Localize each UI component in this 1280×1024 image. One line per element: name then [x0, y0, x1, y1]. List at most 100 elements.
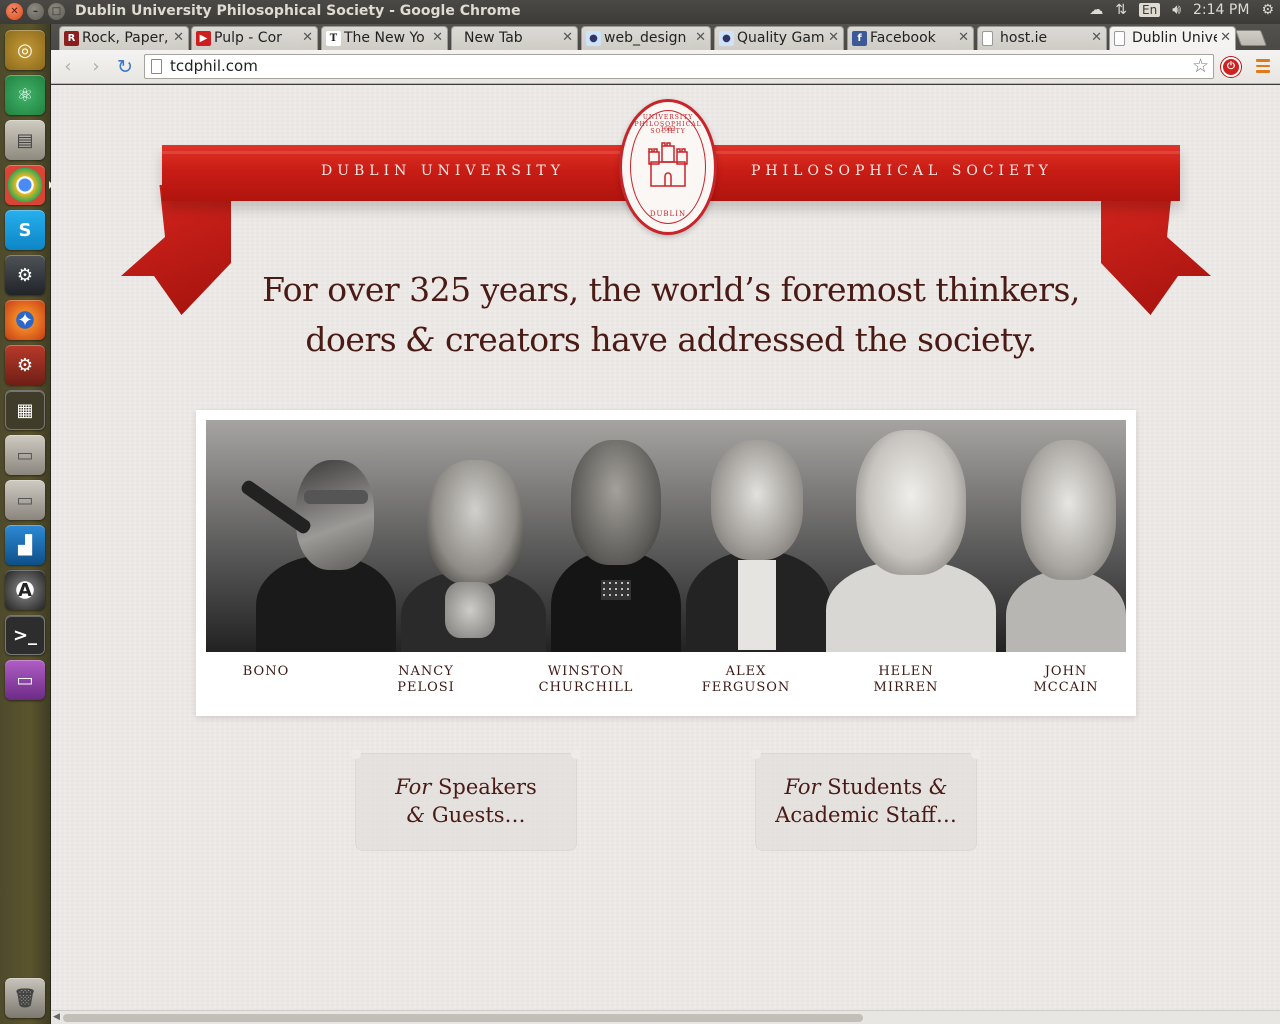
window-title: Dublin University Philosophical Society … — [75, 3, 521, 19]
speaker-name-churchill[interactable]: WINSTON CHURCHILL — [521, 664, 651, 696]
headline-line-1: For over 325 years, the world’s foremost… — [262, 270, 1080, 309]
close-tab-icon[interactable]: ✕ — [429, 27, 443, 49]
system-indicators: ☁ ⇅ En 🔊︎ 2:14 PM ⚙ — [1089, 2, 1274, 18]
ticket-italic: For — [784, 775, 821, 799]
portrait-churchill — [551, 420, 681, 652]
speaker-name-line: MIRREN — [873, 680, 939, 695]
tab[interactable]: New Tab ✕ — [451, 26, 578, 50]
headline-rest: creators have addressed the society. — [445, 320, 1037, 359]
settings-gear-icon[interactable]: ⚙ — [1261, 2, 1274, 18]
tab[interactable]: ▶ Pulp - Cor ✕ — [191, 26, 318, 50]
system-settings-icon[interactable]: ⚙ — [5, 345, 45, 385]
url-text[interactable]: tcdphil.com — [170, 57, 258, 75]
speaker-name-mirren[interactable]: HELEN MIRREN — [841, 664, 971, 696]
speaker-name-pelosi[interactable]: NANCY PELOSI — [361, 664, 491, 696]
tab-active[interactable]: Dublin Unive ✕ — [1109, 26, 1236, 50]
workspaces-icon[interactable]: ▭ — [5, 660, 45, 700]
scroll-left-icon[interactable]: ◀ — [53, 1012, 60, 1022]
speaker-name-line: MCCAIN — [1033, 680, 1099, 695]
firefox-icon[interactable]: ✦ — [5, 300, 45, 340]
page-icon — [151, 59, 162, 74]
students-staff-link[interactable]: For Students & Academic Staff… — [751, 749, 981, 851]
ribbon-left-text: DUBLIN UNIVERSITY — [321, 163, 565, 179]
libreoffice-impress-icon[interactable]: ▟ — [5, 525, 45, 565]
close-tab-icon[interactable]: ✕ — [692, 27, 706, 49]
nyt-icon: T — [326, 31, 341, 46]
trash-icon[interactable]: 🗑︎ — [5, 978, 45, 1018]
tab-label: Facebook — [870, 30, 936, 46]
address-bar[interactable]: tcdphil.com ☆ — [144, 54, 1214, 79]
castle-icon — [648, 142, 688, 187]
minimize-window-button[interactable]: – — [27, 3, 44, 20]
ticket-ampersand: & — [928, 775, 948, 799]
maximize-window-button[interactable]: □ — [48, 3, 65, 20]
close-tab-icon[interactable]: ✕ — [559, 27, 573, 49]
horizontal-scrollbar[interactable]: ◀ — [51, 1010, 1280, 1024]
speaker-names: BONO NANCY PELOSI WINSTON CHURCHILL ALEX… — [206, 664, 1126, 704]
close-tab-icon[interactable]: ✕ — [825, 27, 839, 49]
ribbon-right-text: PHILOSOPHICAL SOCIETY — [751, 163, 1053, 179]
reload-icon[interactable]: ↻ — [114, 56, 136, 78]
web-page: DUBLIN UNIVERSITY PHILOSOPHICAL SOCIETY … — [51, 85, 1280, 1010]
headline-doers: doers — [305, 320, 397, 359]
speaker-name-mccain[interactable]: JOHN MCCAIN — [1001, 664, 1131, 696]
speaker-name-line: BONO — [242, 664, 290, 679]
close-tab-icon[interactable]: ✕ — [170, 27, 184, 49]
software-updater-icon[interactable]: A — [5, 570, 45, 610]
speakers-photo-strip[interactable] — [206, 420, 1126, 652]
rps-icon: R — [64, 31, 79, 46]
speaker-name-ferguson[interactable]: ALEX FERGUSON — [681, 664, 811, 696]
volume-icon[interactable]: 🔊︎ — [1172, 2, 1181, 18]
ticket-text: For Students & Academic Staff… — [755, 773, 977, 829]
tab[interactable]: f Facebook ✕ — [847, 26, 974, 50]
workspace-switcher-icon[interactable]: ▦ — [5, 390, 45, 430]
drive-icon[interactable]: ▭ — [5, 435, 45, 475]
back-icon[interactable]: ‹ — [57, 56, 79, 78]
tab[interactable]: T The New Yo ✕ — [321, 26, 448, 50]
tab[interactable]: host.ie ✕ — [977, 26, 1107, 50]
launcher: ◎ ⚛ ▤ S ⚙ ✦ ⚙ ▦ ▭ ▭ ▟ A >_ ▭ 🗑︎ — [0, 24, 53, 1024]
browser-toolbar: ‹ › ↻ tcdphil.com ☆ ⏻ — [51, 50, 1280, 84]
seal-bottom-text: DUBLIN — [649, 210, 687, 218]
keyboard-language-indicator[interactable]: En — [1139, 3, 1161, 17]
tab-label: The New Yo — [344, 30, 425, 46]
terminal-icon[interactable]: >_ — [5, 615, 45, 655]
youtube-icon: ▶ — [196, 31, 211, 46]
skype-icon[interactable]: S — [5, 210, 45, 250]
file-manager-icon[interactable]: ▤ — [5, 120, 45, 160]
speaker-name-line: PELOSI — [397, 680, 455, 695]
tab[interactable]: ● Quality Gam ✕ — [714, 26, 844, 50]
speaker-name-line: FERGUSON — [701, 680, 791, 695]
scrollbar-thumb[interactable] — [63, 1014, 863, 1022]
speakers-guests-link[interactable]: For Speakers & Guests… — [351, 749, 581, 851]
chrome-menu-icon[interactable] — [1256, 59, 1270, 74]
close-tab-icon[interactable]: ✕ — [1217, 27, 1231, 49]
close-window-button[interactable]: ✕ — [6, 3, 23, 20]
tab[interactable]: ● web_design ✕ — [581, 26, 711, 50]
society-seal-logo[interactable]: UNIVERSITY PHILOSOPHICAL SOCIETY 1683 DU… — [619, 99, 717, 235]
speaker-name-bono[interactable]: BONO — [201, 664, 331, 680]
tab-label: Dublin Unive — [1132, 30, 1217, 46]
bookmark-star-icon[interactable]: ☆ — [1192, 55, 1209, 77]
chrome-icon[interactable] — [5, 165, 53, 205]
steam-icon[interactable]: ⚙ — [5, 255, 45, 295]
drive-icon-2[interactable]: ▭ — [5, 480, 45, 520]
close-tab-icon[interactable]: ✕ — [1088, 27, 1102, 49]
tab[interactable]: R Rock, Paper, ✕ — [59, 26, 189, 50]
new-tab-button[interactable] — [1235, 30, 1267, 46]
ticket-word: Academic Staff… — [775, 803, 957, 827]
dropbox-icon[interactable]: ☁ — [1089, 2, 1103, 18]
ubuntu-dash-icon[interactable]: ◎ — [5, 30, 45, 70]
ticket-italic: For — [395, 775, 432, 799]
ticket-word: Guests… — [425, 803, 526, 827]
browser-tab-strip: R Rock, Paper, ✕ ▶ Pulp - Cor ✕ T The Ne… — [51, 24, 1280, 50]
tab-label: Pulp - Cor — [214, 30, 282, 46]
adblock-extension-icon[interactable]: ⏻ — [1221, 57, 1241, 77]
clock[interactable]: 2:14 PM — [1193, 2, 1249, 18]
close-tab-icon[interactable]: ✕ — [955, 27, 969, 49]
close-tab-icon[interactable]: ✕ — [299, 27, 313, 49]
portrait-ferguson — [686, 420, 831, 652]
network-icon[interactable]: ⇅ — [1115, 2, 1127, 18]
atom-app-icon[interactable]: ⚛ — [5, 75, 45, 115]
forward-icon[interactable]: › — [85, 56, 107, 78]
